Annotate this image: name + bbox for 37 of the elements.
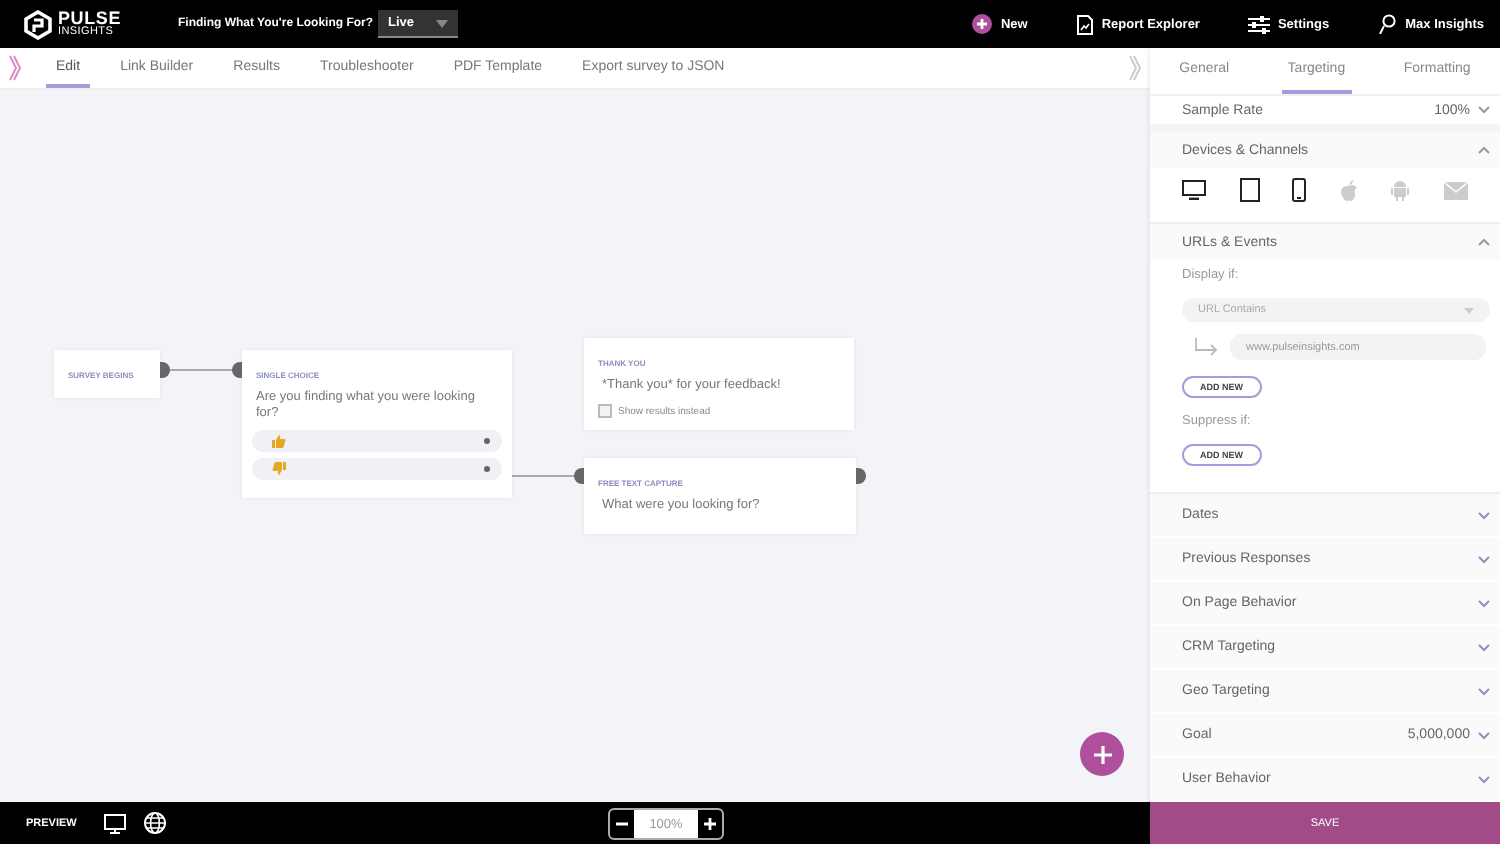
- caret-icon: [1464, 307, 1474, 313]
- chevron-down-icon: [1478, 643, 1490, 651]
- minus-icon: [616, 818, 628, 830]
- sliders-icon: [1247, 15, 1270, 33]
- chevron-down-icon: [1478, 687, 1490, 695]
- chevron-down-icon: [1478, 731, 1490, 739]
- zoom-out-button[interactable]: [610, 810, 634, 838]
- connector-port[interactable]: [160, 362, 170, 378]
- plus-icon: [1093, 745, 1111, 763]
- caret-icon: [436, 19, 448, 27]
- plus-circle-icon: [972, 14, 993, 34]
- connector-port[interactable]: [484, 465, 490, 472]
- checkbox[interactable]: [598, 404, 612, 419]
- desktop-icon[interactable]: [1182, 180, 1206, 200]
- connector-line: [167, 369, 235, 371]
- chevron-down-icon: [1478, 106, 1490, 114]
- tablet-icon[interactable]: [1239, 178, 1260, 202]
- brand-name: PULSE: [58, 9, 122, 28]
- zoom-in-button[interactable]: [698, 810, 722, 838]
- chevron-down-icon: [1478, 775, 1490, 783]
- return-arrow-icon: [1194, 338, 1218, 356]
- connector-port[interactable]: [856, 468, 866, 484]
- thumbs-up-icon: [272, 433, 286, 448]
- chevron-down-icon: [1478, 511, 1490, 519]
- globe-icon[interactable]: [144, 812, 167, 834]
- plus-icon: [704, 818, 716, 830]
- hexagon-logo-icon: [24, 9, 52, 39]
- connector-port[interactable]: [232, 362, 242, 378]
- desktop-icon[interactable]: [104, 813, 127, 833]
- add-node-button[interactable]: [1080, 732, 1124, 776]
- document-icon: [1075, 13, 1094, 35]
- thumbs-down-icon: [272, 461, 286, 476]
- phone-icon[interactable]: [1292, 178, 1307, 202]
- connector-port[interactable]: [574, 468, 584, 484]
- connector-port[interactable]: [484, 437, 490, 444]
- chevron-down-icon: [1478, 599, 1490, 607]
- chevron-down-icon: [1478, 555, 1490, 563]
